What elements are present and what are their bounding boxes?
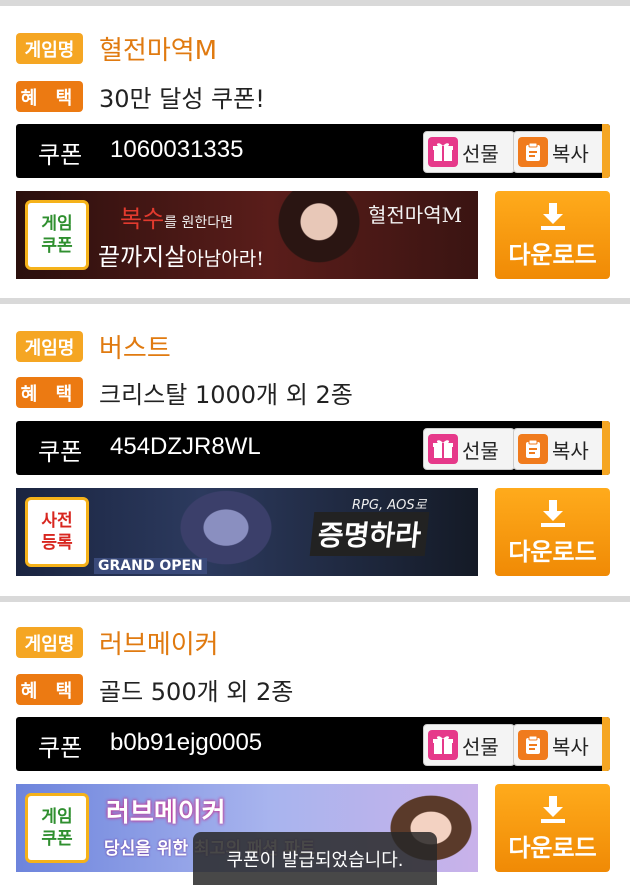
banner-headline-1: 복수를 원한다면 [120,199,233,234]
banner-logo: 러브메이커 [106,798,226,828]
game-title[interactable]: 혈전마역M [99,30,217,67]
benefit-tag: 혜 택 [16,377,83,408]
banner-text: 끝까지살 [98,243,187,271]
bar-accent [602,717,610,771]
badge-line-1: 게임 [41,807,73,827]
download-button[interactable]: 다운로드 [495,784,610,872]
download-icon [540,795,565,823]
game-banner[interactable]: 사전 등록 GRAND OPEN RPG, AOS로 증명하라 [16,488,478,576]
coupon-badge: 게임 쿠폰 [25,793,89,863]
badge-line-2: 쿠폰 [41,829,73,849]
preregister-badge: 사전 등록 [25,497,89,567]
coupon-code[interactable]: 1060031335 [110,136,243,164]
gift-icon [428,137,458,167]
download-label: 다운로드 [508,537,597,566]
benefit-text: 30만 달성 쿠폰! [99,85,265,113]
bar-accent [602,421,610,475]
toast-message: 쿠폰이 발급되었습니다. [193,832,437,885]
gift-button-label: 선물 [462,438,499,463]
coupon-label: 쿠폰 [38,734,83,762]
coupon-card: 게임명 혈전마역M 혜 택 30만 달성 쿠폰! 쿠폰 1060031335 선… [0,0,630,298]
banner-subtitle: RPG, AOS로 [352,498,427,513]
copy-button[interactable]: 복사 [513,131,605,173]
download-label: 다운로드 [508,833,597,862]
badge-line-1: 게임 [41,214,73,234]
game-tag: 게임명 [16,33,83,64]
character-illustration [274,191,364,279]
benefit-text: 크리스탈 1000개 외 2종 [99,381,353,409]
game-row: 게임명 버스트 [16,328,171,365]
coupon-label: 쿠폰 [38,438,83,466]
download-icon [540,202,565,230]
download-button[interactable]: 다운로드 [495,191,610,279]
bar-accent [602,124,610,178]
gift-button-label: 선물 [462,734,499,759]
copy-button-label: 복사 [552,438,589,463]
coupon-card: 게임명 버스트 혜 택 크리스탈 1000개 외 2종 쿠폰 454DZJR8W… [0,298,630,596]
game-tag: 게임명 [16,627,83,658]
clipboard-icon [518,137,548,167]
coupon-badge: 게임 쿠폰 [25,200,89,270]
card-separator [0,298,630,304]
banner-logo: 혈전마역M [368,203,463,227]
coupon-code[interactable]: 454DZJR8WL [110,433,261,461]
benefit-row: 혜 택 30만 달성 쿠폰! [16,79,265,114]
clipboard-icon [518,434,548,464]
benefit-tag: 혜 택 [16,674,83,705]
gift-icon [428,730,458,760]
banner-text: 복수 [120,205,165,233]
copy-button[interactable]: 복사 [513,724,605,766]
copy-button-label: 복사 [552,734,589,759]
banner-text: 를 원한다면 [164,215,234,231]
gift-button[interactable]: 선물 [423,131,515,173]
grand-open-label: GRAND OPEN [94,558,207,574]
benefit-tag: 혜 택 [16,81,83,112]
coupon-code[interactable]: b0b91ejg0005 [110,729,262,757]
card-separator [0,0,630,6]
game-tag: 게임명 [16,331,83,362]
benefit-text: 골드 500개 외 2종 [99,678,294,706]
banner-text: 아남아라! [186,248,264,270]
benefit-row: 혜 택 골드 500개 외 2종 [16,672,293,707]
badge-line-2: 등록 [41,533,73,553]
copy-button-label: 복사 [552,141,589,166]
coupon-label: 쿠폰 [38,141,83,169]
badge-line-2: 쿠폰 [41,236,73,256]
coupon-bar: 쿠폰 1060031335 선물 복사 [16,124,610,178]
game-row: 게임명 혈전마역M [16,30,217,67]
game-row: 게임명 러브메이커 [16,624,219,661]
download-label: 다운로드 [508,240,597,269]
clipboard-icon [518,730,548,760]
copy-button[interactable]: 복사 [513,428,605,470]
card-separator [0,596,630,602]
download-button[interactable]: 다운로드 [495,488,610,576]
game-banner[interactable]: 게임 쿠폰 복수를 원한다면 끝까지살아남아라! 혈전마역M [16,191,478,279]
gift-button[interactable]: 선물 [423,428,515,470]
gift-button-label: 선물 [462,141,499,166]
gift-icon [428,434,458,464]
download-icon [540,499,565,527]
benefit-row: 혜 택 크리스탈 1000개 외 2종 [16,375,353,410]
badge-line-1: 사전 [41,511,73,531]
banner-headline: 증명하라 [309,512,430,556]
coupon-bar: 쿠폰 b0b91ejg0005 선물 복사 [16,717,610,771]
gift-button[interactable]: 선물 [423,724,515,766]
game-title[interactable]: 버스트 [99,328,171,365]
coupon-bar: 쿠폰 454DZJR8WL 선물 복사 [16,421,610,475]
banner-headline-2: 끝까지살아남아라! [98,237,264,272]
game-title[interactable]: 러브메이커 [99,624,219,661]
